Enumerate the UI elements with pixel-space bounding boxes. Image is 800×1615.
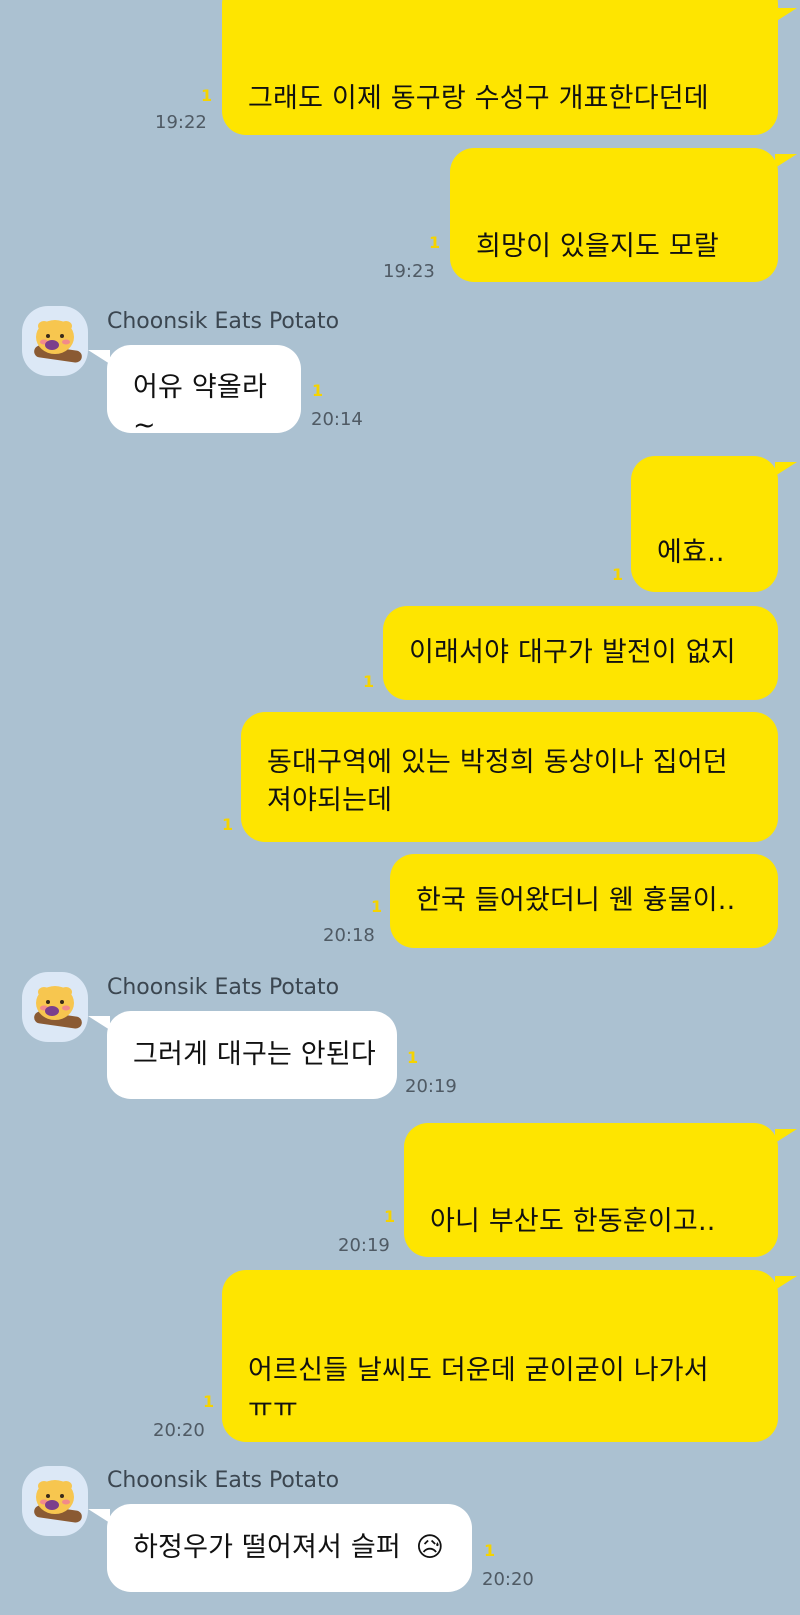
- unread-count: 1: [429, 233, 441, 252]
- unread-count: 1: [407, 1048, 419, 1067]
- message-text: 그래도 이제 동구랑 수성구 개표한다던데: [248, 83, 709, 114]
- message-time: 20:14: [311, 409, 363, 430]
- unread-count: 1: [363, 672, 375, 691]
- message-text-line: 져야되는데: [267, 785, 393, 816]
- bubble-tail: [775, 462, 797, 476]
- message-text: 하정우가 떨어져서 슬퍼 😥: [133, 1529, 452, 1567]
- unread-count: 1: [384, 1207, 396, 1226]
- chat-room[interactable]: 그래도 이제 동구랑 수성구 개표한다던데 1 19:22 희망이 있을지도 모…: [0, 0, 800, 1615]
- unread-count: 1: [612, 565, 624, 584]
- contact-avatar[interactable]: [22, 972, 88, 1042]
- their-message-bubble[interactable]: 하정우가 떨어져서 슬퍼 😥: [107, 1504, 472, 1592]
- bubble-tail: [775, 1129, 797, 1143]
- message-time: 20:20: [153, 1420, 205, 1441]
- message-time: 19:22: [155, 112, 207, 133]
- unread-count: 1: [312, 381, 324, 400]
- bubble-tail: [775, 8, 797, 22]
- message-text: 이래서야 대구가 발전이 없지: [409, 637, 736, 668]
- my-message-bubble[interactable]: 한국 들어왔더니 웬 흉물이..: [390, 854, 778, 948]
- my-message-bubble[interactable]: 그래도 이제 동구랑 수성구 개표한다던데: [222, 0, 778, 135]
- my-message-bubble[interactable]: 희망이 있을지도 모랄: [450, 148, 778, 282]
- message-text-line: 어르신들 날씨도 더운데 굳이굳이 나가서: [248, 1355, 709, 1386]
- unread-count: 1: [203, 1392, 215, 1411]
- sad-face-emoji-icon: 😥: [415, 1532, 445, 1563]
- sender-name: Choonsik Eats Potato: [107, 975, 340, 1000]
- message-text: 에효..: [657, 537, 725, 568]
- bubble-tail: [88, 1509, 110, 1523]
- message-text-body: 하정우가 떨어져서 슬퍼: [133, 1532, 401, 1563]
- message-time: 20:19: [405, 1076, 457, 1097]
- unread-count: 1: [201, 86, 213, 105]
- bubble-tail: [775, 154, 797, 168]
- message-time: 20:20: [482, 1569, 534, 1590]
- contact-avatar[interactable]: [22, 306, 88, 376]
- choonsik-avatar-icon: [34, 1480, 82, 1523]
- bubble-tail: [88, 1016, 110, 1030]
- my-message-bubble[interactable]: 이래서야 대구가 발전이 없지: [383, 606, 778, 700]
- message-text: 그러게 대구는 안된다: [133, 1039, 376, 1070]
- their-message-bubble[interactable]: 그러게 대구는 안된다: [107, 1011, 397, 1099]
- bubble-tail: [88, 350, 110, 364]
- my-message-bubble[interactable]: 아니 부산도 한동훈이고..: [404, 1123, 778, 1257]
- bubble-tail: [775, 1276, 797, 1290]
- their-message-bubble[interactable]: 어유 약올라~: [107, 345, 301, 441]
- message-text: 한국 들어왔더니 웬 흉물이..: [416, 885, 736, 916]
- message-text-line: 동대구역에 있는 박정희 동상이나 집어던: [267, 747, 728, 778]
- my-message-bubble[interactable]: 동대구역에 있는 박정희 동상이나 집어던 져야되는데: [241, 712, 778, 842]
- contact-avatar[interactable]: [22, 1466, 88, 1536]
- sender-name: Choonsik Eats Potato: [107, 309, 340, 334]
- choonsik-avatar-icon: [34, 986, 82, 1029]
- message-text-line: ㅠㅠ: [248, 1393, 299, 1424]
- sender-name: Choonsik Eats Potato: [107, 1468, 340, 1493]
- message-time: 20:18: [323, 925, 375, 946]
- message-text: 어유 약올라~: [133, 372, 267, 441]
- unread-count: 1: [484, 1541, 496, 1560]
- message-text: 희망이 있을지도 모랄: [476, 231, 719, 262]
- unread-count: 1: [222, 815, 234, 834]
- message-time: 19:23: [383, 261, 435, 282]
- message-time: 20:19: [338, 1235, 390, 1256]
- unread-count: 1: [371, 897, 383, 916]
- my-message-bubble[interactable]: 어르신들 날씨도 더운데 굳이굳이 나가서 ㅠㅠ: [222, 1270, 778, 1442]
- message-text: 아니 부산도 한동훈이고..: [430, 1206, 716, 1237]
- choonsik-avatar-icon: [34, 320, 82, 363]
- my-message-bubble[interactable]: 에효..: [631, 456, 778, 592]
